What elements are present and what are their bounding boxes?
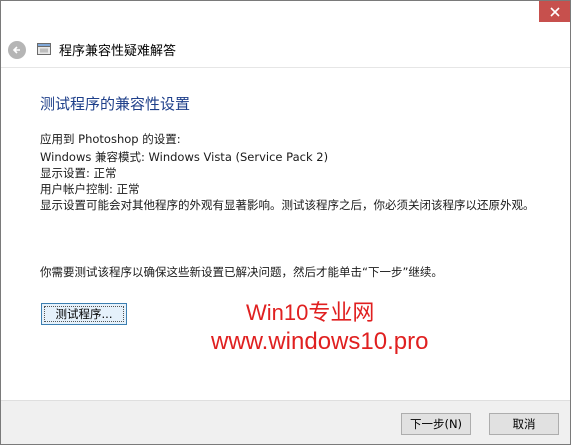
page-heading: 测试程序的兼容性设置 (40, 95, 191, 113)
divider (1, 67, 570, 68)
watermark-title: Win10专业网 (246, 300, 375, 325)
window-title: 程序兼容性疑难解答 (59, 44, 177, 59)
instruction-text: 你需要测试该程序以确保这些新设置已解决问题，然后才能单击“下一步”继续。 (40, 265, 443, 279)
next-button[interactable]: 下一步(N) (401, 413, 471, 435)
applied-to-label: 应用到 Photoshop 的设置: (40, 132, 181, 146)
display-setting-label: 显示设置: 正常 (40, 166, 117, 180)
display-note: 显示设置可能会对其他程序的外观有显著影响。测试该程序之后，你必须关闭该程序以还原… (40, 198, 535, 212)
uac-setting-label: 用户帐户控制: 正常 (40, 182, 140, 196)
troubleshooter-icon (37, 43, 51, 55)
close-icon (549, 6, 560, 17)
watermark-url: www.windows10.pro (211, 328, 429, 355)
back-button[interactable] (8, 41, 26, 59)
troubleshooter-window: 程序兼容性疑难解答 测试程序的兼容性设置 应用到 Photoshop 的设置: … (0, 0, 571, 445)
test-program-button[interactable]: 测试程序... (41, 303, 127, 325)
back-arrow-icon (12, 46, 20, 54)
title-bar: 程序兼容性疑难解答 (1, 1, 570, 65)
footer-bar (1, 400, 570, 444)
cancel-button[interactable]: 取消 (489, 413, 559, 435)
compat-mode-label: Windows 兼容模式: Windows Vista (Service Pac… (40, 150, 329, 164)
close-button[interactable] (539, 1, 570, 22)
focus-rect (44, 306, 124, 322)
